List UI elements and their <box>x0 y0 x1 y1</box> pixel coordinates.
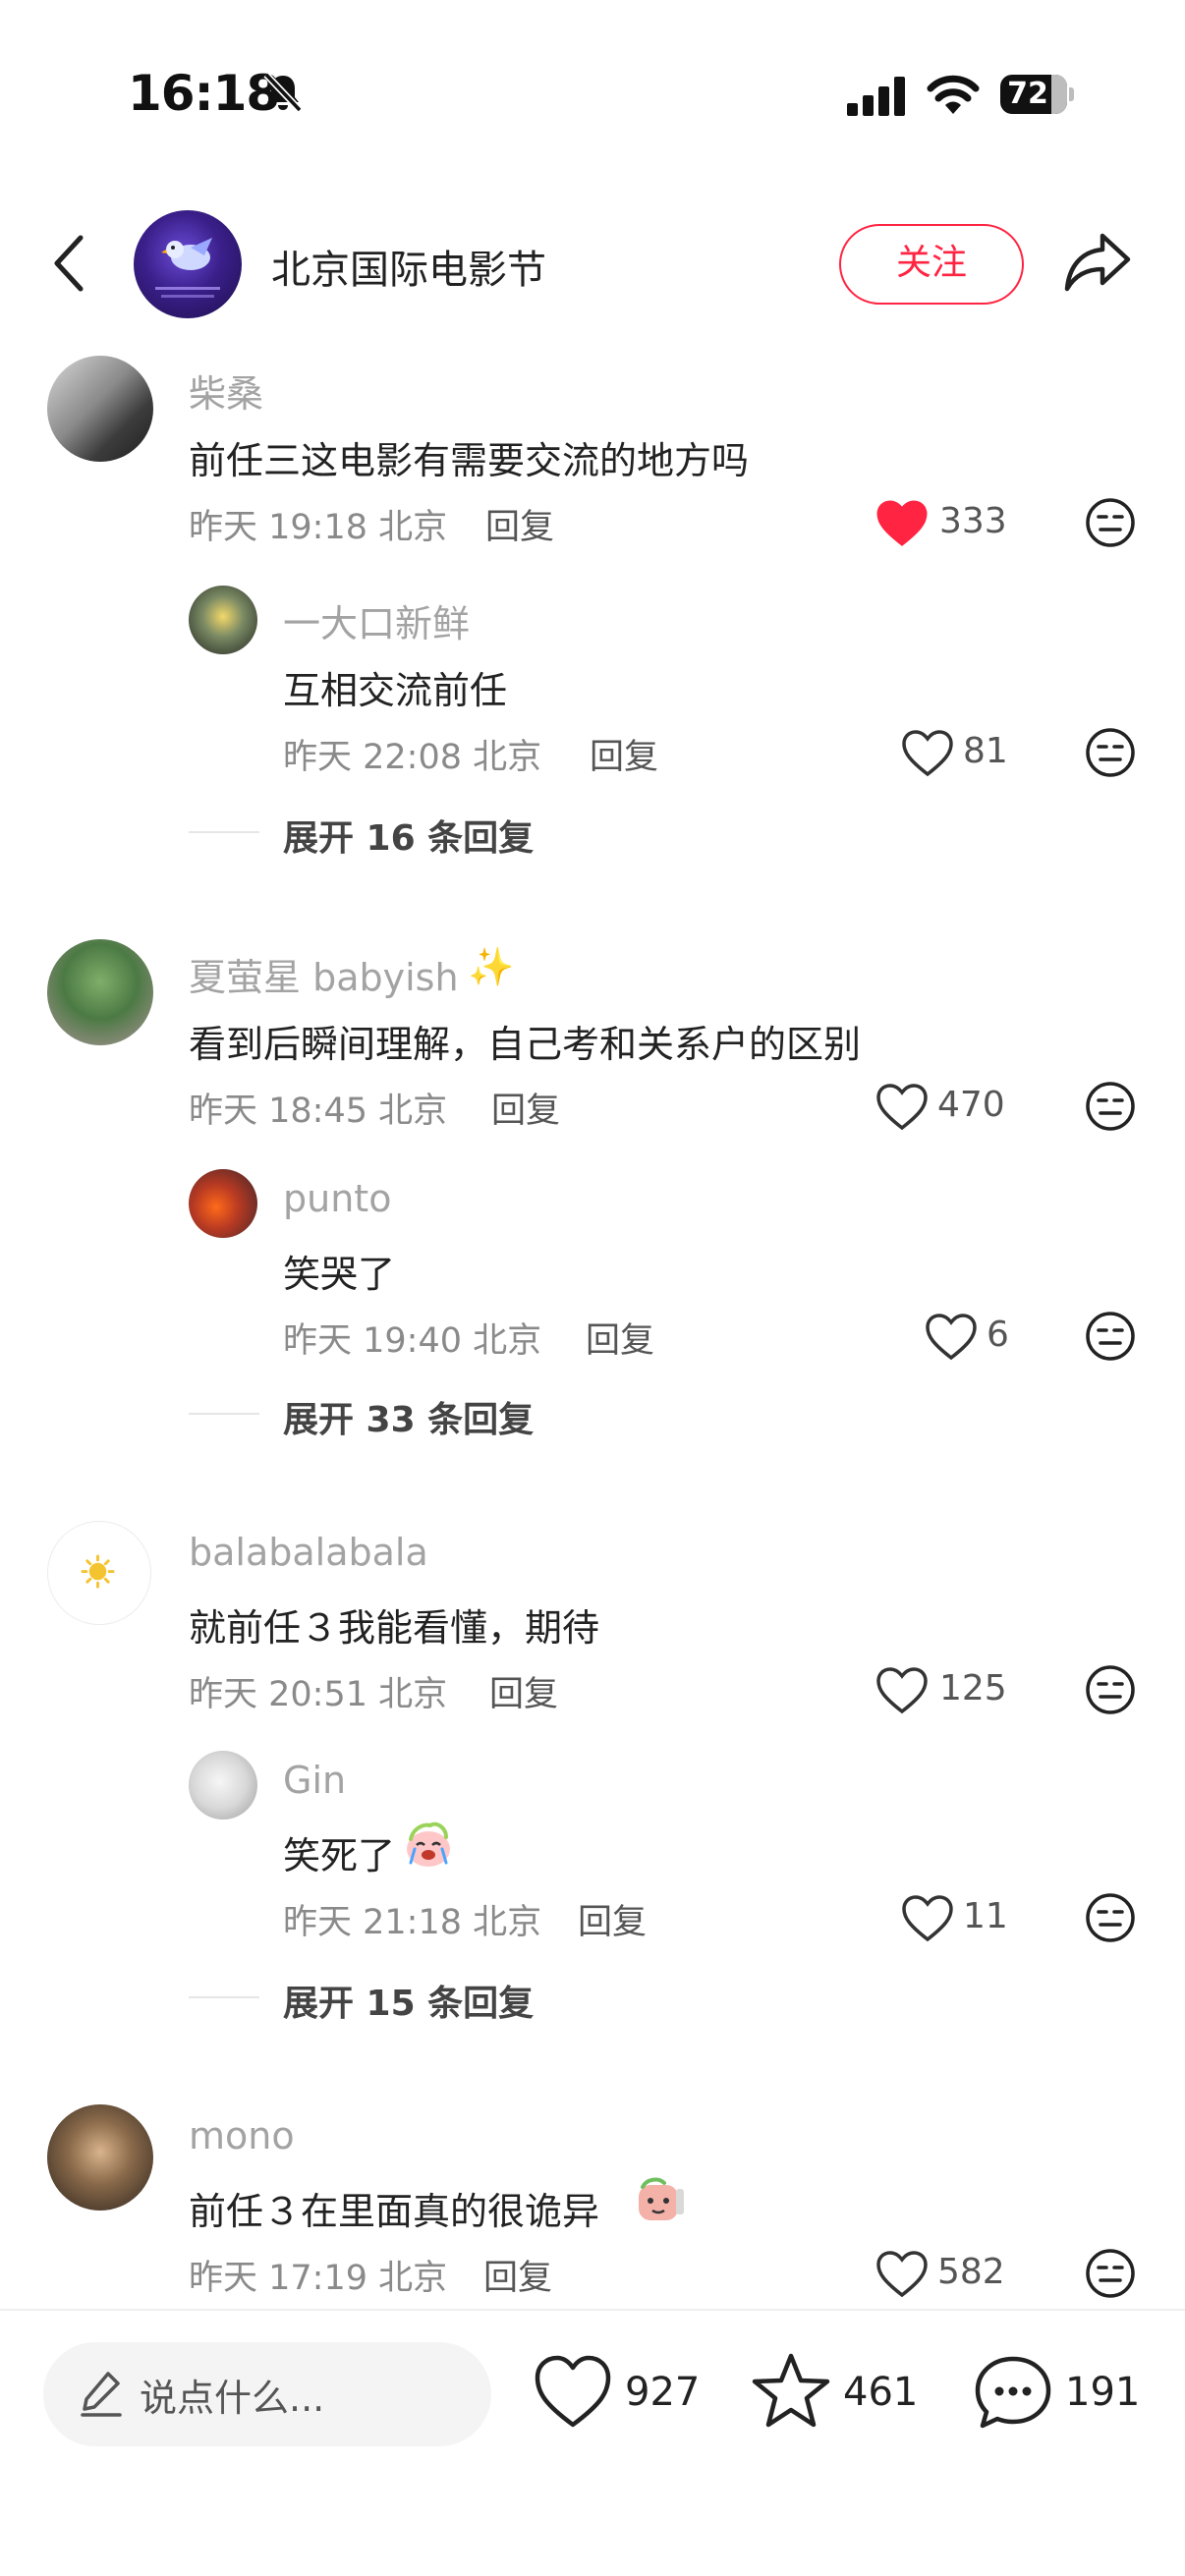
neutral-face-icon[interactable] <box>1085 727 1136 778</box>
heart-icon[interactable] <box>900 729 955 778</box>
reply-time: 昨天 21:18 北京 <box>283 1903 542 1942</box>
heart-icon[interactable] <box>875 1666 930 1715</box>
heart-icon[interactable] <box>924 1313 979 1362</box>
reply-user[interactable]: Gin <box>283 1759 346 1802</box>
reply-user[interactable]: punto <box>283 1177 391 1220</box>
neutral-face-icon[interactable] <box>1085 1892 1136 1943</box>
wifi-icon <box>927 75 980 114</box>
comment-time: 昨天 18:45 北京 <box>189 1092 448 1131</box>
like-count: 125 <box>939 1668 1007 1708</box>
heart-icon[interactable] <box>900 1894 955 1943</box>
commenter-name[interactable]: mono <box>189 2114 295 2157</box>
reply-button[interactable]: 回复 <box>485 499 554 549</box>
post-like-count: 927 <box>625 2370 701 2415</box>
comment-text: 就前任３我能看懂，期待 <box>189 1606 600 1650</box>
post-star-count: 461 <box>843 2370 919 2415</box>
account-avatar[interactable] <box>134 210 242 318</box>
comment-text: 前任三这电影有需要交流的地方吗 <box>189 439 750 482</box>
star-icon[interactable] <box>751 2352 831 2429</box>
like-count: 470 <box>937 1085 1005 1125</box>
like-count: 333 <box>939 501 1007 541</box>
comment-input-placeholder: 说点什么... <box>140 2377 325 2420</box>
like-count: 582 <box>937 2252 1005 2292</box>
neutral-face-icon[interactable] <box>1085 497 1136 548</box>
reply-text: 笑哭了 <box>283 1253 396 1296</box>
reply-time: 昨天 19:40 北京 <box>283 1321 542 1361</box>
comment-time: 昨天 20:51 北京 <box>189 1675 448 1714</box>
signal-icon <box>847 77 905 116</box>
pencil-icon <box>81 2372 122 2417</box>
post-comment-count: 191 <box>1065 2370 1141 2415</box>
commenter-name[interactable]: balabalabala <box>189 1531 428 1574</box>
sparkles-emoji: ✨ <box>468 945 515 988</box>
expand-replies[interactable]: 展开 33 条回复 <box>283 1391 534 1442</box>
bell-slash-icon <box>263 72 303 113</box>
commenter-avatar[interactable] <box>47 2104 153 2211</box>
expand-replies[interactable]: 展开 16 条回复 <box>283 810 534 861</box>
commenter-name[interactable]: 柴桑 <box>189 364 263 418</box>
reply-avatar[interactable] <box>189 1751 257 1820</box>
share-icon[interactable] <box>1063 228 1134 297</box>
expand-divider <box>189 1996 259 1998</box>
follow-button[interactable]: 关注 <box>839 224 1024 305</box>
status-time: 16:18 <box>128 65 280 122</box>
battery-icon: 72 <box>1000 75 1075 114</box>
reply-time: 昨天 22:08 北京 <box>283 738 542 777</box>
like-count: 11 <box>963 1896 1008 1936</box>
neutral-face-icon[interactable] <box>1085 2248 1136 2299</box>
reply-button[interactable]: 回复 <box>578 1894 647 1944</box>
neutral-face-icon[interactable] <box>1085 1081 1136 1132</box>
heart-icon[interactable] <box>875 499 930 548</box>
back-icon[interactable] <box>47 232 96 295</box>
reply-user[interactable]: 一大口新鲜 <box>283 593 470 647</box>
like-count: 81 <box>963 731 1008 771</box>
reply-button[interactable]: 回复 <box>590 729 658 779</box>
battery-level: 72 <box>1007 77 1048 111</box>
comment-icon[interactable] <box>973 2354 1053 2431</box>
commenter-name[interactable]: 夏萤星 babyish <box>189 947 459 1001</box>
heart-icon[interactable] <box>533 2354 613 2431</box>
shy-emoji <box>639 2177 684 2220</box>
reply-text: 笑死了 <box>283 1834 396 1877</box>
comment-text: 看到后瞬间理解，自己考和关系户的区别 <box>189 1023 862 1066</box>
reply-text: 互相交流前任 <box>283 669 508 712</box>
heart-icon[interactable] <box>875 2250 930 2299</box>
comment-time: 昨天 17:19 北京 <box>189 2259 448 2298</box>
neutral-face-icon[interactable] <box>1085 1664 1136 1715</box>
neutral-face-icon[interactable] <box>1085 1311 1136 1362</box>
comment-text: 前任３在里面真的很诡异 <box>189 2190 600 2233</box>
reply-button[interactable]: 回复 <box>586 1313 654 1363</box>
reply-button[interactable]: 回复 <box>483 2250 552 2300</box>
crying-laugh-emoji <box>407 1821 450 1867</box>
bottom-divider <box>0 2309 1185 2311</box>
expand-replies[interactable]: 展开 15 条回复 <box>283 1975 534 2026</box>
heart-icon[interactable] <box>875 1083 930 1132</box>
reply-button[interactable]: 回复 <box>491 1083 560 1133</box>
expand-divider <box>189 831 259 833</box>
account-name[interactable]: 北京国际电影节 <box>271 238 546 295</box>
reply-avatar[interactable] <box>189 1169 257 1238</box>
expand-divider <box>189 1413 259 1415</box>
reply-avatar[interactable] <box>189 586 257 654</box>
comment-time: 昨天 19:18 北京 <box>189 508 448 547</box>
commenter-avatar[interactable] <box>47 1521 151 1625</box>
commenter-avatar[interactable] <box>47 939 153 1045</box>
like-count: 6 <box>987 1315 1009 1355</box>
commenter-avatar[interactable] <box>47 356 153 462</box>
reply-button[interactable]: 回复 <box>489 1666 558 1716</box>
